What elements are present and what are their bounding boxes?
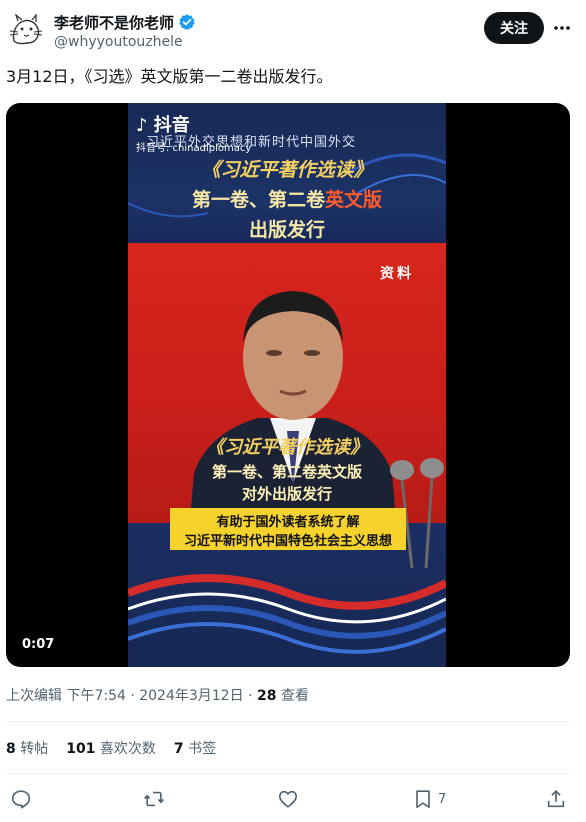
video-player[interactable]: ♪ 抖音 习近平外交思想和新时代中国外交 抖音号: chinadiplomacy… <box>6 103 570 667</box>
retweets-stat[interactable]: 8 转帖 <box>6 738 48 758</box>
action-bar: 7 <box>0 786 586 812</box>
retweet-icon <box>144 791 164 807</box>
views-count: 28 <box>256 688 277 704</box>
display-name[interactable]: 李老师不是你老师 <box>54 12 174 33</box>
likes-stat[interactable]: 101 喜欢次数 <box>66 738 156 758</box>
video-subtitle-2: 第一卷、第二卷英文版 <box>211 463 362 481</box>
video-title-2: 第一卷、第二卷英文版 <box>191 189 383 211</box>
reply-icon <box>11 790 31 809</box>
bookmark-button[interactable]: 7 <box>412 786 446 812</box>
reply-button[interactable] <box>10 786 32 812</box>
tweet-meta: 上次编辑 下午7:54 · 2024年3月12日 · 28 查看 <box>6 685 309 705</box>
share-button[interactable] <box>545 786 567 812</box>
like-icon <box>278 790 298 808</box>
tiktok-id: 抖音号: chinadiplomacy <box>136 143 252 154</box>
share-icon <box>547 790 565 808</box>
video-subtitle-1: 《习近平著作选读》 <box>206 437 368 458</box>
avatar[interactable] <box>6 11 46 51</box>
like-button[interactable] <box>277 786 299 812</box>
video-frame[interactable]: ♪ 抖音 习近平外交思想和新时代中国外交 抖音号: chinadiplomacy… <box>128 103 446 667</box>
video-title-1: 《习近平著作选读》 <box>201 159 373 181</box>
video-subtitle-3: 对外出版发行 <box>241 485 332 503</box>
edited-timestamp[interactable]: 上次编辑 下午7:54 · 2024年3月12日 · <box>6 688 257 704</box>
video-duration: 0:07 <box>22 637 55 652</box>
divider <box>6 773 570 774</box>
video-caption-box: 有助于国外读者系统了解 习近平新时代中国特色社会主义思想 <box>170 508 406 550</box>
video-caption-1: 有助于国外读者系统了解 <box>216 515 360 530</box>
retweet-button[interactable] <box>143 786 165 812</box>
bookmark-icon <box>416 790 430 809</box>
archive-label: 资料 <box>380 266 414 282</box>
more-icon[interactable] <box>550 16 574 40</box>
views-label: 查看 <box>276 688 309 704</box>
divider <box>6 721 570 722</box>
video-caption-2: 习近平新时代中国特色社会主义思想 <box>183 534 392 549</box>
verified-badge-icon <box>179 14 195 31</box>
handle[interactable]: @whyyoutouzhele <box>54 34 183 50</box>
tweet-text: 3月12日，《习选》英文版第一二卷出版发行。 <box>6 67 333 86</box>
tweet-header: 李老师不是你老师 @whyyoutouzhele 关注 <box>0 0 586 60</box>
follow-button[interactable]: 关注 <box>484 12 544 44</box>
video-title-3: 出版发行 <box>248 219 325 241</box>
bookmark-count: 7 <box>438 791 447 807</box>
tweet-stats: 8 转帖 101 喜欢次数 7 书签 <box>6 738 216 758</box>
bookmarks-stat[interactable]: 7 书签 <box>174 738 216 758</box>
